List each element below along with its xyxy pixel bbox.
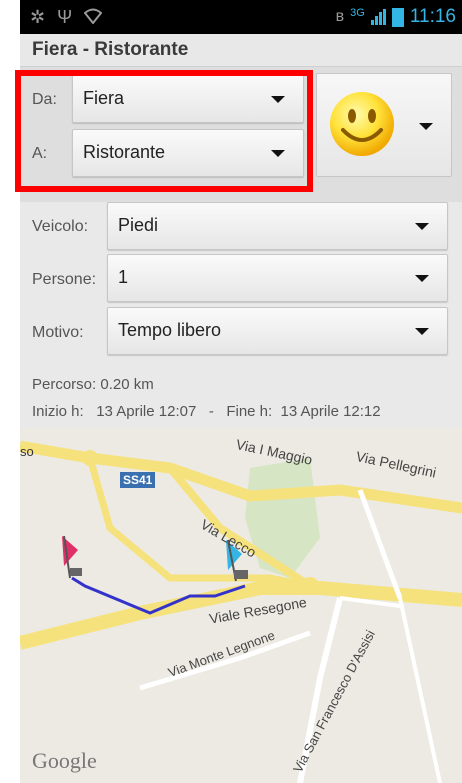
map-edge-label: so: [20, 444, 34, 459]
time-separator: -: [208, 403, 214, 420]
distance-row: Percorso: 0.20 km: [32, 376, 154, 393]
end-label: Fine h:: [226, 403, 273, 420]
chevron-down-icon: [271, 150, 285, 157]
mood-spinner[interactable]: [316, 73, 452, 177]
clock: 11:16: [409, 6, 456, 27]
vehicle-spinner[interactable]: Piedi: [107, 202, 448, 250]
reason-spinner[interactable]: Tempo libero: [107, 307, 448, 355]
trip-details: Veicolo: Piedi Persone: 1 Motivo: Tempo …: [20, 202, 462, 428]
vehicle-value: Piedi: [118, 215, 159, 235]
chevron-down-icon: [415, 328, 429, 335]
reason-value: Tempo libero: [118, 320, 222, 340]
people-value: 1: [118, 267, 129, 287]
start-label: Inizio h:: [32, 403, 84, 420]
status-bar: ✲ Ψ ʙ 3G 11:16: [20, 0, 462, 34]
title-bar: Fiera - Ristorante: [20, 34, 462, 67]
chevron-down-icon: [271, 96, 285, 103]
people-spinner[interactable]: 1: [107, 254, 448, 302]
wifi-icon: [83, 8, 103, 27]
battery-icon: [391, 7, 404, 27]
from-label: Da:: [32, 91, 57, 108]
to-spinner[interactable]: Ristorante: [72, 129, 304, 177]
start-value: 13 Aprile 12:07: [96, 403, 197, 420]
google-attribution: Google: [32, 748, 97, 773]
to-label: A:: [32, 145, 48, 162]
distance-value: 0.20 km: [100, 376, 154, 393]
map-view[interactable]: so SS41 Via I Maggio Via Pellegrini Via …: [20, 428, 462, 783]
time-row: Inizio h: 13 Aprile 12:07 - Fine h: 13 A…: [32, 403, 381, 420]
page-title: Fiera - Ristorante: [32, 39, 189, 60]
reason-label: Motivo:: [32, 324, 84, 341]
from-spinner[interactable]: Fiera: [72, 75, 304, 123]
chevron-down-icon: [415, 223, 429, 230]
bluetooth-icon: ʙ: [335, 8, 345, 25]
usb-debug-icon: ✲: [30, 7, 46, 27]
road-badge: SS41: [120, 472, 156, 488]
to-value: Ristorante: [83, 142, 166, 162]
distance-label: Percorso:: [32, 376, 97, 393]
start-flag-icon: [62, 535, 82, 579]
phone-screen: ✲ Ψ ʙ 3G 11:16 Fiera - Ristorante Da: Fi…: [20, 0, 462, 783]
chevron-down-icon: [419, 123, 433, 130]
usb-icon: Ψ: [57, 7, 73, 27]
chevron-down-icon: [415, 275, 429, 282]
from-value: Fiera: [83, 88, 125, 108]
signal-icon: [370, 9, 386, 25]
network-type: 3G: [350, 7, 365, 19]
end-value: 13 Aprile 12:12: [280, 403, 381, 420]
people-label: Persone:: [32, 271, 97, 288]
route-section: Da: Fiera A: Ristorante: [20, 67, 462, 202]
smiley-icon: [330, 92, 394, 156]
vehicle-label: Veicolo:: [32, 218, 89, 235]
